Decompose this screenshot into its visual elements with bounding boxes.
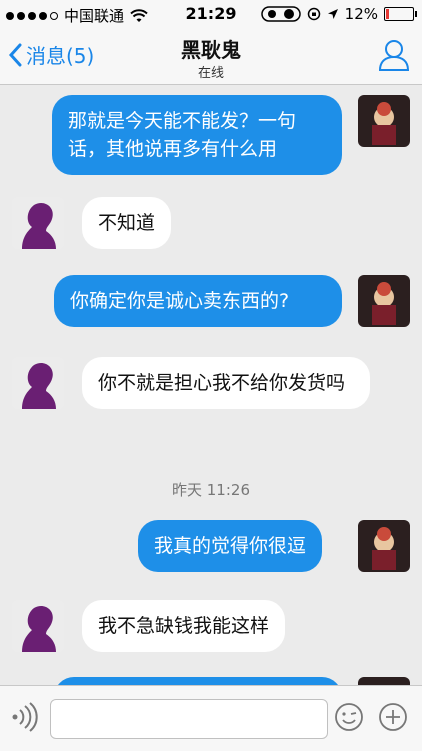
message-bubble[interactable]: 你确定你是诚心卖东西的? — [54, 275, 342, 327]
contact-avatar[interactable] — [12, 600, 64, 652]
message-outgoing: 我真的觉得你很逗 — [138, 520, 323, 572]
message-incoming: 你不就是担心我不给你发货吗 — [82, 357, 370, 409]
qq-status-icon — [260, 6, 301, 22]
battery-icon — [384, 7, 417, 21]
message-bubble[interactable] — [54, 677, 342, 685]
smiley-icon — [335, 703, 363, 731]
contact-name: 黑耿鬼 — [181, 38, 241, 62]
online-status: 在线 — [197, 66, 224, 81]
status-bar: 中国联通 21:29 12% — [0, 0, 422, 28]
plus-icon — [379, 703, 407, 731]
message-bubble[interactable]: 我不急缺钱我能这样 — [82, 600, 286, 652]
contact-avatar[interactable] — [12, 357, 64, 409]
message-bubble[interactable]: 你不就是担心我不给你发货吗 — [82, 357, 370, 409]
status-right: 12% — [260, 5, 417, 23]
rotation-lock-icon — [307, 7, 320, 21]
message-bubble[interactable]: 那就是今天能不能发？一句话，其他说再多有什么用 — [52, 95, 342, 175]
message-outgoing: 那就是今天能不能发？一句话，其他说再多有什么用 — [52, 95, 342, 175]
input-bar — [0, 685, 422, 751]
person-icon — [378, 40, 410, 71]
message-outgoing-partial — [54, 677, 342, 685]
profile-button[interactable] — [378, 38, 410, 76]
chat-area[interactable]: 那就是今天能不能发？一句话，其他说再多有什么用 不知道 你确定你是诚心卖东西的?… — [0, 85, 422, 685]
message-bubble[interactable]: 不知道 — [82, 197, 172, 249]
my-avatar[interactable] — [358, 275, 410, 327]
battery-percent: 12% — [344, 5, 378, 23]
timestamp: 昨天 11:26 — [172, 481, 250, 499]
voice-icon — [12, 702, 38, 732]
voice-button[interactable] — [10, 702, 38, 736]
message-input[interactable] — [50, 699, 328, 739]
message-incoming: 我不急缺钱我能这样 — [82, 600, 286, 652]
my-avatar[interactable] — [358, 677, 410, 685]
message-outgoing: 你确定你是诚心卖东西的? — [54, 275, 342, 327]
contact-avatar[interactable] — [12, 197, 64, 249]
message-incoming: 不知道 — [82, 197, 172, 249]
my-avatar[interactable] — [358, 520, 410, 572]
more-button[interactable] — [378, 702, 408, 736]
navigation-bar: 消息(5) 黑耿鬼 在线 — [0, 28, 422, 85]
emoji-button[interactable] — [334, 702, 364, 736]
my-avatar[interactable] — [358, 95, 410, 147]
location-icon — [327, 9, 338, 19]
message-bubble[interactable]: 我真的觉得你很逗 — [138, 520, 323, 572]
